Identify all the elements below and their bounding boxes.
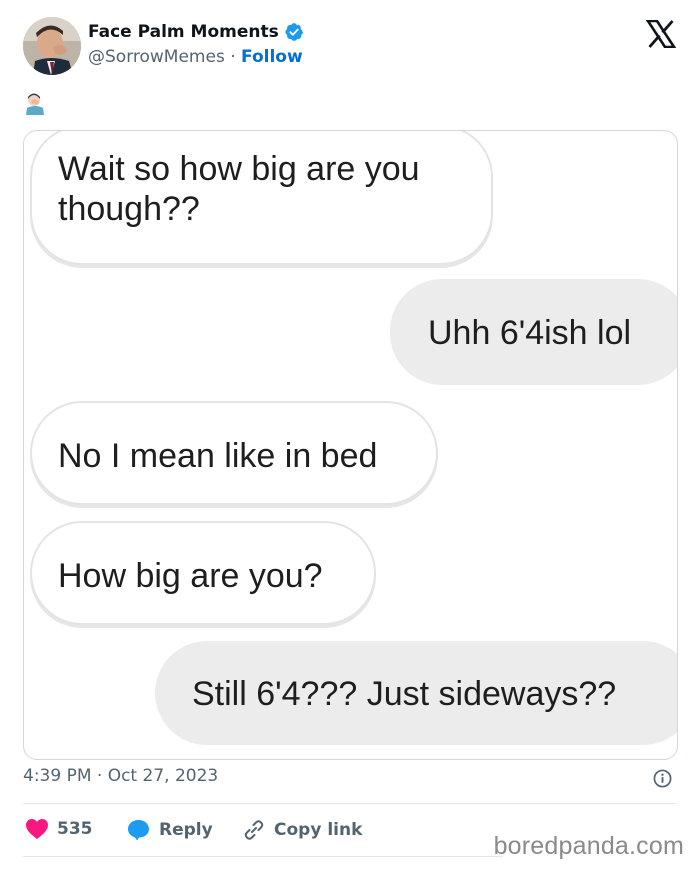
x-logo-icon[interactable] (646, 20, 676, 48)
like-count: 535 (57, 819, 93, 839)
avatar[interactable] (23, 17, 81, 75)
chat-text: No I mean like in bed (58, 437, 378, 475)
author-name-row[interactable]: Face Palm Moments (88, 22, 304, 42)
chat-bubble-received-2: No I mean like in bed (30, 401, 438, 505)
like-button[interactable]: 535 (25, 818, 93, 840)
heart-icon (26, 819, 48, 839)
chat-text-line: Wait so how big are you (58, 150, 420, 188)
chat-bubble-received-3: How big are you? (30, 521, 376, 625)
author-handle[interactable]: @SorrowMemes (88, 47, 225, 67)
verified-badge-icon (285, 23, 303, 41)
tweet-media-image[interactable]: Wait so how big are you though?? Uhh 6'4… (23, 130, 678, 760)
chat-text: How big are you? (58, 557, 323, 595)
watermark: boredpanda.com (493, 832, 684, 860)
reply-button[interactable]: Reply (126, 818, 213, 842)
follow-button[interactable]: Follow (241, 47, 303, 67)
chat-text-line: though?? (58, 190, 200, 228)
reply-label: Reply (159, 820, 213, 840)
link-icon (244, 820, 264, 840)
handle-row: @SorrowMemes · Follow (88, 47, 303, 67)
author-name[interactable]: Face Palm Moments (88, 22, 279, 42)
chat-bubble-sent-1: Uhh 6'4ish lol (390, 279, 677, 385)
divider (23, 803, 676, 804)
copy-link-label: Copy link (274, 820, 363, 840)
chat-bubble-sent-2: Still 6'4??? Just sideways?? (155, 641, 677, 745)
bottom-divider (23, 856, 503, 857)
chat-bubble-received-1: Wait so how big are you though?? (30, 131, 493, 265)
facepalm-emoji-icon (26, 93, 44, 115)
info-icon[interactable] (653, 769, 672, 788)
handle-separator: · (230, 47, 236, 67)
copy-link-button[interactable]: Copy link (242, 818, 362, 842)
tweet-timestamp[interactable]: 4:39 PM · Oct 27, 2023 (23, 766, 218, 786)
reply-bubble-icon (128, 820, 149, 841)
chat-text: Still 6'4??? Just sideways?? (192, 675, 617, 713)
chat-text: Uhh 6'4ish lol (428, 314, 632, 352)
avatar-image (23, 17, 81, 75)
